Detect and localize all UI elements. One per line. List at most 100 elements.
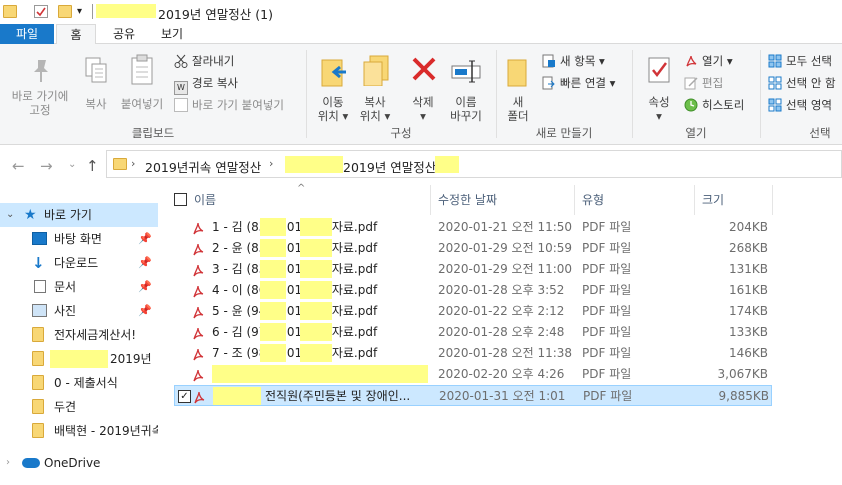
new-folder-icon[interactable] xyxy=(58,5,72,18)
column-header-size[interactable]: 크기 xyxy=(702,191,724,208)
file-row[interactable]: 2 - 윤 (85 )-2019년도자료.pdf 2020-01-29 오전 10… xyxy=(174,238,772,259)
delete-button[interactable]: 삭제 ▾ xyxy=(402,50,444,123)
select-all-button[interactable]: 모두 선택 xyxy=(768,52,832,70)
breadcrumb-chevron-icon[interactable]: › xyxy=(131,157,135,170)
nav-item-label: 바탕 화면 xyxy=(54,232,102,246)
paste-shortcut-button[interactable]: 바로 가기 붙여넣기 xyxy=(174,96,284,114)
cut-button[interactable]: 잘라내기 xyxy=(174,52,234,70)
properties-button[interactable]: 속성 ▾ xyxy=(640,50,678,123)
properties-label: 속성 xyxy=(648,95,670,109)
nav-item-folder[interactable]: 2019년 xyxy=(0,347,158,371)
pin-icon[interactable]: 📌 xyxy=(138,227,152,251)
file-modified: 2020-01-31 오전 1:01 xyxy=(439,389,566,403)
file-row[interactable]: 6 - 김 (97 )-2019년도자료.pdf 2020-01-28 오후 2:… xyxy=(174,322,772,343)
chevron-right-icon[interactable]: › xyxy=(6,451,10,475)
quick-access-dropdown-icon[interactable]: ▾ xyxy=(77,6,82,17)
copy-to-label: 복사 xyxy=(364,95,386,109)
nav-item-downloads[interactable]: ↓ 다운로드 📌 xyxy=(0,251,158,275)
copy-button[interactable]: 복사 xyxy=(78,50,114,120)
move-label-2: 위치 ▾ xyxy=(317,109,349,123)
column-divider[interactable] xyxy=(694,185,695,215)
file-row[interactable]: 2020-02-20 오후 4:26 PDF 파일 3,067KB xyxy=(174,364,772,385)
column-divider[interactable] xyxy=(772,185,773,215)
select-none-button[interactable]: 선택 안 함 xyxy=(768,74,836,92)
file-size: 204KB xyxy=(728,220,768,234)
nav-item-folder[interactable]: 두견 xyxy=(0,395,158,419)
breadcrumb-2019-tax[interactable]: 2019년귀속 연말정산 xyxy=(145,157,261,176)
select-all-icon xyxy=(768,54,782,68)
easy-access-button[interactable]: 빠른 연결 ▾ xyxy=(542,74,615,92)
redacted-block xyxy=(300,260,332,278)
file-modified: 2020-02-20 오후 4:26 xyxy=(438,367,565,381)
up-arrow-icon[interactable]: ↑ xyxy=(86,157,99,175)
open-button[interactable]: 열기 ▾ xyxy=(684,52,733,70)
properties-icon[interactable] xyxy=(34,5,48,18)
file-type: PDF 파일 xyxy=(582,304,632,318)
nav-item-folder[interactable]: 전자세금계산서! xyxy=(0,323,158,347)
pin-icon[interactable]: 📌 xyxy=(138,275,152,299)
back-arrow-icon[interactable]: ← xyxy=(12,157,25,175)
nav-item-pictures[interactable]: 사진 📌 xyxy=(0,299,158,323)
delete-dropdown-icon: ▾ xyxy=(420,109,426,123)
tab-home[interactable]: 홈 xyxy=(56,24,96,45)
breadcrumb-2019-settlement[interactable]: 2019년 연말정산 xyxy=(343,157,436,176)
edit-button[interactable]: 편집 xyxy=(684,74,723,92)
invert-selection-button[interactable]: 선택 영역 xyxy=(768,96,832,114)
redacted-block xyxy=(435,156,459,173)
nav-item-desktop[interactable]: 바탕 화면 📌 xyxy=(0,227,158,251)
recent-locations-icon[interactable]: ⌄ xyxy=(68,159,76,170)
ribbon-tabs: 파일 홈 공유 보기 xyxy=(0,24,842,45)
file-row[interactable]: 1 - 김 (83 )-2019년도자료.pdf 2020-01-21 오전 11… xyxy=(174,217,772,238)
folder-icon xyxy=(32,423,44,438)
nav-item-label: 사진 xyxy=(54,304,77,318)
copy-to-button[interactable]: 복사 위치 ▾ xyxy=(354,50,396,123)
tab-share[interactable]: 공유 xyxy=(104,24,144,44)
nav-quick-access[interactable]: ⌄ ★ 바로 가기 xyxy=(0,203,158,227)
rename-button[interactable]: 이름 바꾸기 xyxy=(444,50,488,123)
pin-icon[interactable]: 📌 xyxy=(138,299,152,323)
file-name: 3 - 김 (83 )-2019년도자료.pdf xyxy=(212,262,378,276)
move-to-button[interactable]: 이동 위치 ▾ xyxy=(312,50,354,123)
nav-item-folder[interactable]: 배택현 - 2019년귀속 xyxy=(0,419,158,443)
column-header-modified[interactable]: 수정한 날짜 xyxy=(438,191,497,208)
chevron-down-icon[interactable]: ⌄ xyxy=(6,203,14,227)
file-type: PDF 파일 xyxy=(582,241,632,255)
group-organize-title: 구성 xyxy=(390,126,412,140)
invert-selection-label: 선택 영역 xyxy=(786,98,832,112)
tab-view[interactable]: 보기 xyxy=(152,24,192,44)
row-checkbox[interactable]: ✓ xyxy=(178,390,191,403)
file-row[interactable]: 7 - 조 (98 )-2019년도자료.pdf 2020-01-28 오전 11… xyxy=(174,343,772,364)
rename-label: 이름 xyxy=(455,95,477,109)
file-row[interactable]: 3 - 김 (83 )-2019년도자료.pdf 2020-01-29 오전 11… xyxy=(174,259,772,280)
tab-file[interactable]: 파일 xyxy=(0,24,54,44)
new-folder-button[interactable]: 새 폴더 xyxy=(502,50,534,123)
pin-label: 바로 가기에 xyxy=(11,89,69,103)
file-size: 9,885KB xyxy=(718,389,769,403)
new-item-button[interactable]: 새 항목 ▾ xyxy=(542,52,605,70)
copy-path-label: 경로 복사 xyxy=(192,76,238,90)
pin-to-quick-access-button[interactable]: 바로 가기에 고정 xyxy=(8,50,72,120)
column-header-type[interactable]: 유형 xyxy=(582,191,604,208)
copy-path-button[interactable]: W 경로 복사 xyxy=(174,74,238,95)
breadcrumb-chevron-icon[interactable]: › xyxy=(269,157,273,170)
nav-item-folder[interactable]: 0 - 제출서식 xyxy=(0,371,158,395)
file-row[interactable]: 5 - 윤 (94 )-2019년도자료.pdf 2020-01-22 오후 2:… xyxy=(174,301,772,322)
pin-icon[interactable]: 📌 xyxy=(138,251,152,275)
forward-arrow-icon[interactable]: → xyxy=(40,157,53,175)
file-row[interactable]: 4 - 이 (86 )-2019년도자료.pdf 2020-01-28 오후 3:… xyxy=(174,280,772,301)
nav-item-documents[interactable]: 문서 📌 xyxy=(0,275,158,299)
address-bar[interactable]: › 2019년귀속 연말정산 › 2019년 연말정산 xyxy=(106,150,842,178)
paste-button[interactable]: 붙여넣기 xyxy=(116,50,168,120)
invert-selection-icon xyxy=(768,98,782,112)
column-divider[interactable] xyxy=(574,185,575,215)
pin-label-2: 고정 xyxy=(29,103,51,117)
column-divider[interactable] xyxy=(430,185,431,215)
history-button[interactable]: 히스토리 xyxy=(684,96,744,114)
column-header-name[interactable]: 이름 xyxy=(194,191,216,208)
pin-icon xyxy=(30,58,52,87)
folder-icon xyxy=(32,327,44,342)
select-all-checkbox[interactable] xyxy=(174,193,187,206)
nav-onedrive[interactable]: › OneDrive xyxy=(0,451,158,475)
file-row[interactable]: ✓ 전직원(주민등본 및 장애인... 2020-01-31 오전 1:01 PDF … xyxy=(174,385,772,406)
rename-icon xyxy=(450,58,482,87)
